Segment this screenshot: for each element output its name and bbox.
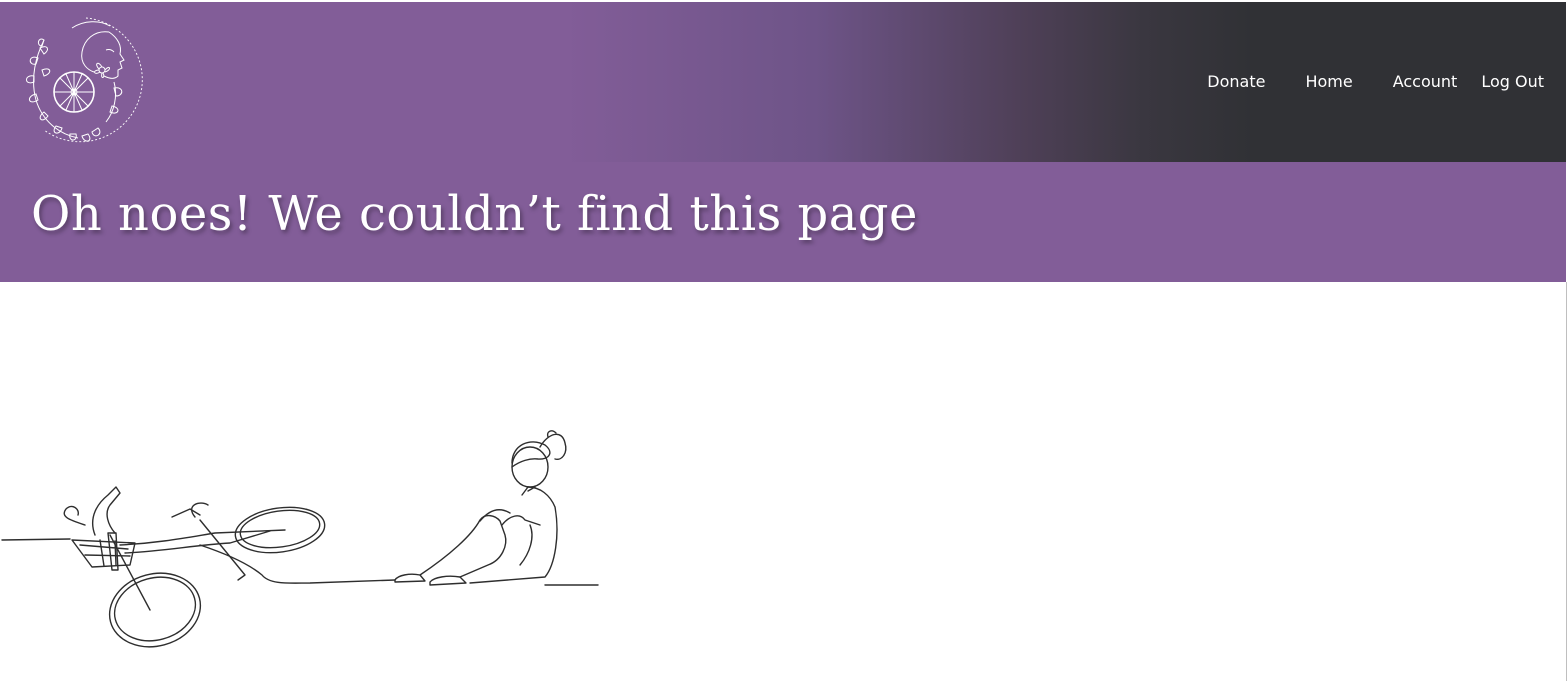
nav-logout-link[interactable]: Log Out — [1481, 72, 1544, 91]
nav-home-link[interactable]: Home — [1305, 72, 1352, 91]
logo-icon[interactable] — [14, 12, 154, 150]
nav-donate-link[interactable]: Donate — [1207, 72, 1265, 91]
site-header: Donate Home Account Log Out — [0, 2, 1566, 162]
fallen-bike-illustration — [1, 430, 599, 648]
main-nav: Donate Home Account Log Out — [1207, 72, 1544, 91]
page-title: Oh noes! We couldn’t find this page — [31, 186, 918, 242]
nav-account-link[interactable]: Account — [1393, 72, 1458, 91]
